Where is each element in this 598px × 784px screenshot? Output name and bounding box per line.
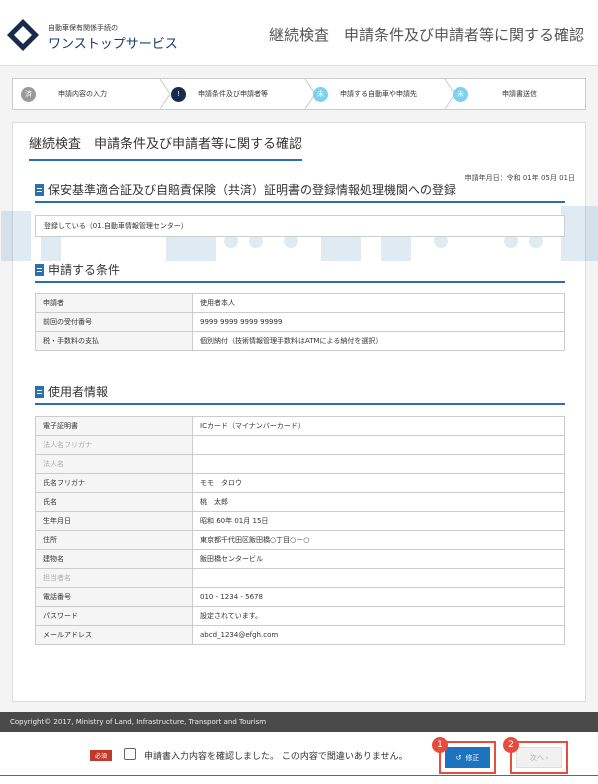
section-divider xyxy=(35,201,565,203)
document-icon xyxy=(35,263,44,276)
row-key: 氏名フリガナ xyxy=(35,473,193,493)
document-icon xyxy=(35,183,44,196)
page-heading: 継続検査 申請条件及び申請者等に関する確認 xyxy=(268,26,584,44)
section-conditions-title: 申請する条件 xyxy=(35,261,120,278)
table-row: 申請者 使用者本人 xyxy=(35,293,565,313)
fix-button-label: 修正 xyxy=(465,754,480,762)
step-done-icon: 済 xyxy=(21,86,36,102)
row-value: 010 - 1234 - 5678 xyxy=(192,587,565,607)
progress-steps: 済 申請内容の入力 ! 申請条件及び申請者等 未 申請する自動車や申請先 未 申… xyxy=(12,78,586,110)
logo-title: ワンストップサービス xyxy=(48,37,178,52)
table-row: 法人名 xyxy=(35,454,565,474)
footer-copyright: Copyright© 2017, Ministry of Land, Infra… xyxy=(0,712,598,732)
row-key: 建物名 xyxy=(35,549,193,569)
step-conditions: ! 申請条件及び申請者等 xyxy=(171,79,311,109)
card-title: 継続検査 申請条件及び申請者等に関する確認 xyxy=(29,133,303,161)
table-row: 氏名桃 太郎 xyxy=(35,492,565,512)
main-card: 継続検査 申請条件及び申請者等に関する確認 申請年月日：令和 01年 05月 0… xyxy=(1,122,598,702)
table-row: メールアドレス abcd_1234@efgh.com xyxy=(35,625,565,645)
table-row: 税・手数料の支払 個別納付（技術情報管理手数料はATMによる納付を選択） xyxy=(35,331,565,351)
bottom-divider xyxy=(0,775,598,776)
table-row: 建物名 飯田橋センタービル xyxy=(35,549,565,569)
registration-value: 登録している（01.自動車情報管理センター） xyxy=(35,215,565,237)
table-row: 電子証明書 ICカード（マイナンバーカード） xyxy=(35,416,565,436)
row-key: 生年月日 xyxy=(35,511,193,531)
header: 自動車保有関係手続の ワンストップサービス 継続検査 申請条件及び申請者等に関す… xyxy=(0,0,598,66)
step-submit: 未 申請書送信 xyxy=(453,79,583,109)
table-row: 担当者名 xyxy=(35,568,565,588)
confirm-bar: 必須 申請書入力内容を確認しました。 この内容で間違いありません。 ↺ 修正 1… xyxy=(0,732,598,784)
step-input: 済 申請内容の入力 xyxy=(21,79,161,109)
row-value: 東京都千代田区飯田橋○丁目○－○ xyxy=(192,530,565,550)
step-arrow-icon xyxy=(159,79,171,109)
row-value: モモ タロウ xyxy=(192,473,565,493)
section-divider xyxy=(35,403,565,405)
table-row: 氏名フリガナ モモ タロウ xyxy=(35,473,565,493)
table-row: 生年月日 昭和 60年 01月 15日 xyxy=(35,511,565,531)
section-title: 使用者情報 xyxy=(48,385,109,399)
row-key: パスワード xyxy=(35,606,193,626)
document-icon xyxy=(35,385,44,398)
callout-badge-1: 1 xyxy=(432,737,448,753)
table-row: 法人名フリガナ xyxy=(35,435,565,455)
section-title: 保安基準適合証及び自賠責保険（共済）証明書の登録情報処理機関への登録 xyxy=(48,183,457,197)
row-value: abcd_1234@efgh.com xyxy=(192,625,565,645)
conditions-table: 申請者 使用者本人 前回の受付番号 9999 9999 9999 99999 税・手… xyxy=(35,293,565,351)
step-label: 申請条件及び申請者等 xyxy=(198,90,268,98)
step-vehicle: 未 申請する自動車や申請先 xyxy=(313,79,453,109)
row-key: 前回の受付番号 xyxy=(35,312,193,332)
user-info-table: 電子証明書 ICカード（マイナンバーカード） 法人名フリガナ 法人名 氏名フリガナ… xyxy=(35,416,565,645)
row-key: 税・手数料の支払 xyxy=(35,331,193,351)
step-current-icon: ! xyxy=(171,86,186,102)
logo-subtitle: 自動車保有関係手続の xyxy=(48,24,118,32)
application-date: 申請年月日：令和 01年 05月 01日 xyxy=(464,174,575,182)
confirm-label: 申請書入力内容を確認しました。 この内容で間違いありません。 xyxy=(144,752,408,762)
row-key: 法人名 xyxy=(35,454,193,474)
table-row: パスワード 設定されています。 xyxy=(35,606,565,626)
step-label: 申請する自動車や申請先 xyxy=(340,90,417,98)
row-key: 住所 xyxy=(35,530,193,550)
step-label: 申請書送信 xyxy=(502,90,537,98)
step-label: 申請内容の入力 xyxy=(58,90,107,98)
row-value: 設定されています。 xyxy=(192,606,565,626)
section-user-title: 使用者情報 xyxy=(35,383,108,400)
row-value: ICカード（マイナンバーカード） xyxy=(192,416,565,436)
row-key: 電話番号 xyxy=(35,587,193,607)
row-value: 桃 太郎 xyxy=(192,492,565,512)
callout-badge-2: 2 xyxy=(503,737,519,753)
fix-button[interactable]: ↺ 修正 xyxy=(445,747,490,768)
row-key: 電子証明書 xyxy=(35,416,193,436)
row-key: 申請者 xyxy=(35,293,193,313)
required-badge: 必須 xyxy=(90,750,112,761)
row-value xyxy=(192,454,565,474)
row-value xyxy=(192,568,565,588)
row-key: 法人名フリガナ xyxy=(35,435,193,455)
next-button[interactable]: 次へ › xyxy=(516,747,562,768)
section-divider xyxy=(35,281,565,283)
row-value: 飯田橋センタービル xyxy=(192,549,565,569)
section-title: 申請する条件 xyxy=(48,263,121,277)
section-registration-title: 保安基準適合証及び自賠責保険（共済）証明書の登録情報処理機関への登録 xyxy=(35,181,456,198)
row-value: 個別納付（技術情報管理手数料はATMによる納付を選択） xyxy=(192,331,565,351)
row-key: 氏名 xyxy=(35,492,193,512)
table-row: 前回の受付番号 9999 9999 9999 99999 xyxy=(35,312,565,332)
step-pending-icon: 未 xyxy=(453,86,468,102)
row-value xyxy=(192,435,565,455)
row-key: メールアドレス xyxy=(35,625,193,645)
logo-icon xyxy=(7,19,39,51)
row-value: 昭和 60年 01月 15日 xyxy=(192,511,565,531)
row-key: 担当者名 xyxy=(35,568,193,588)
table-row: 電話番号 010 - 1234 - 5678 xyxy=(35,587,565,607)
undo-icon: ↺ xyxy=(455,754,462,762)
step-pending-icon: 未 xyxy=(313,86,328,102)
table-row: 住所 東京都千代田区飯田橋○丁目○－○ xyxy=(35,530,565,550)
row-value: 使用者本人 xyxy=(192,293,565,313)
row-value: 9999 9999 9999 99999 xyxy=(192,312,565,332)
confirm-checkbox[interactable] xyxy=(124,748,136,760)
